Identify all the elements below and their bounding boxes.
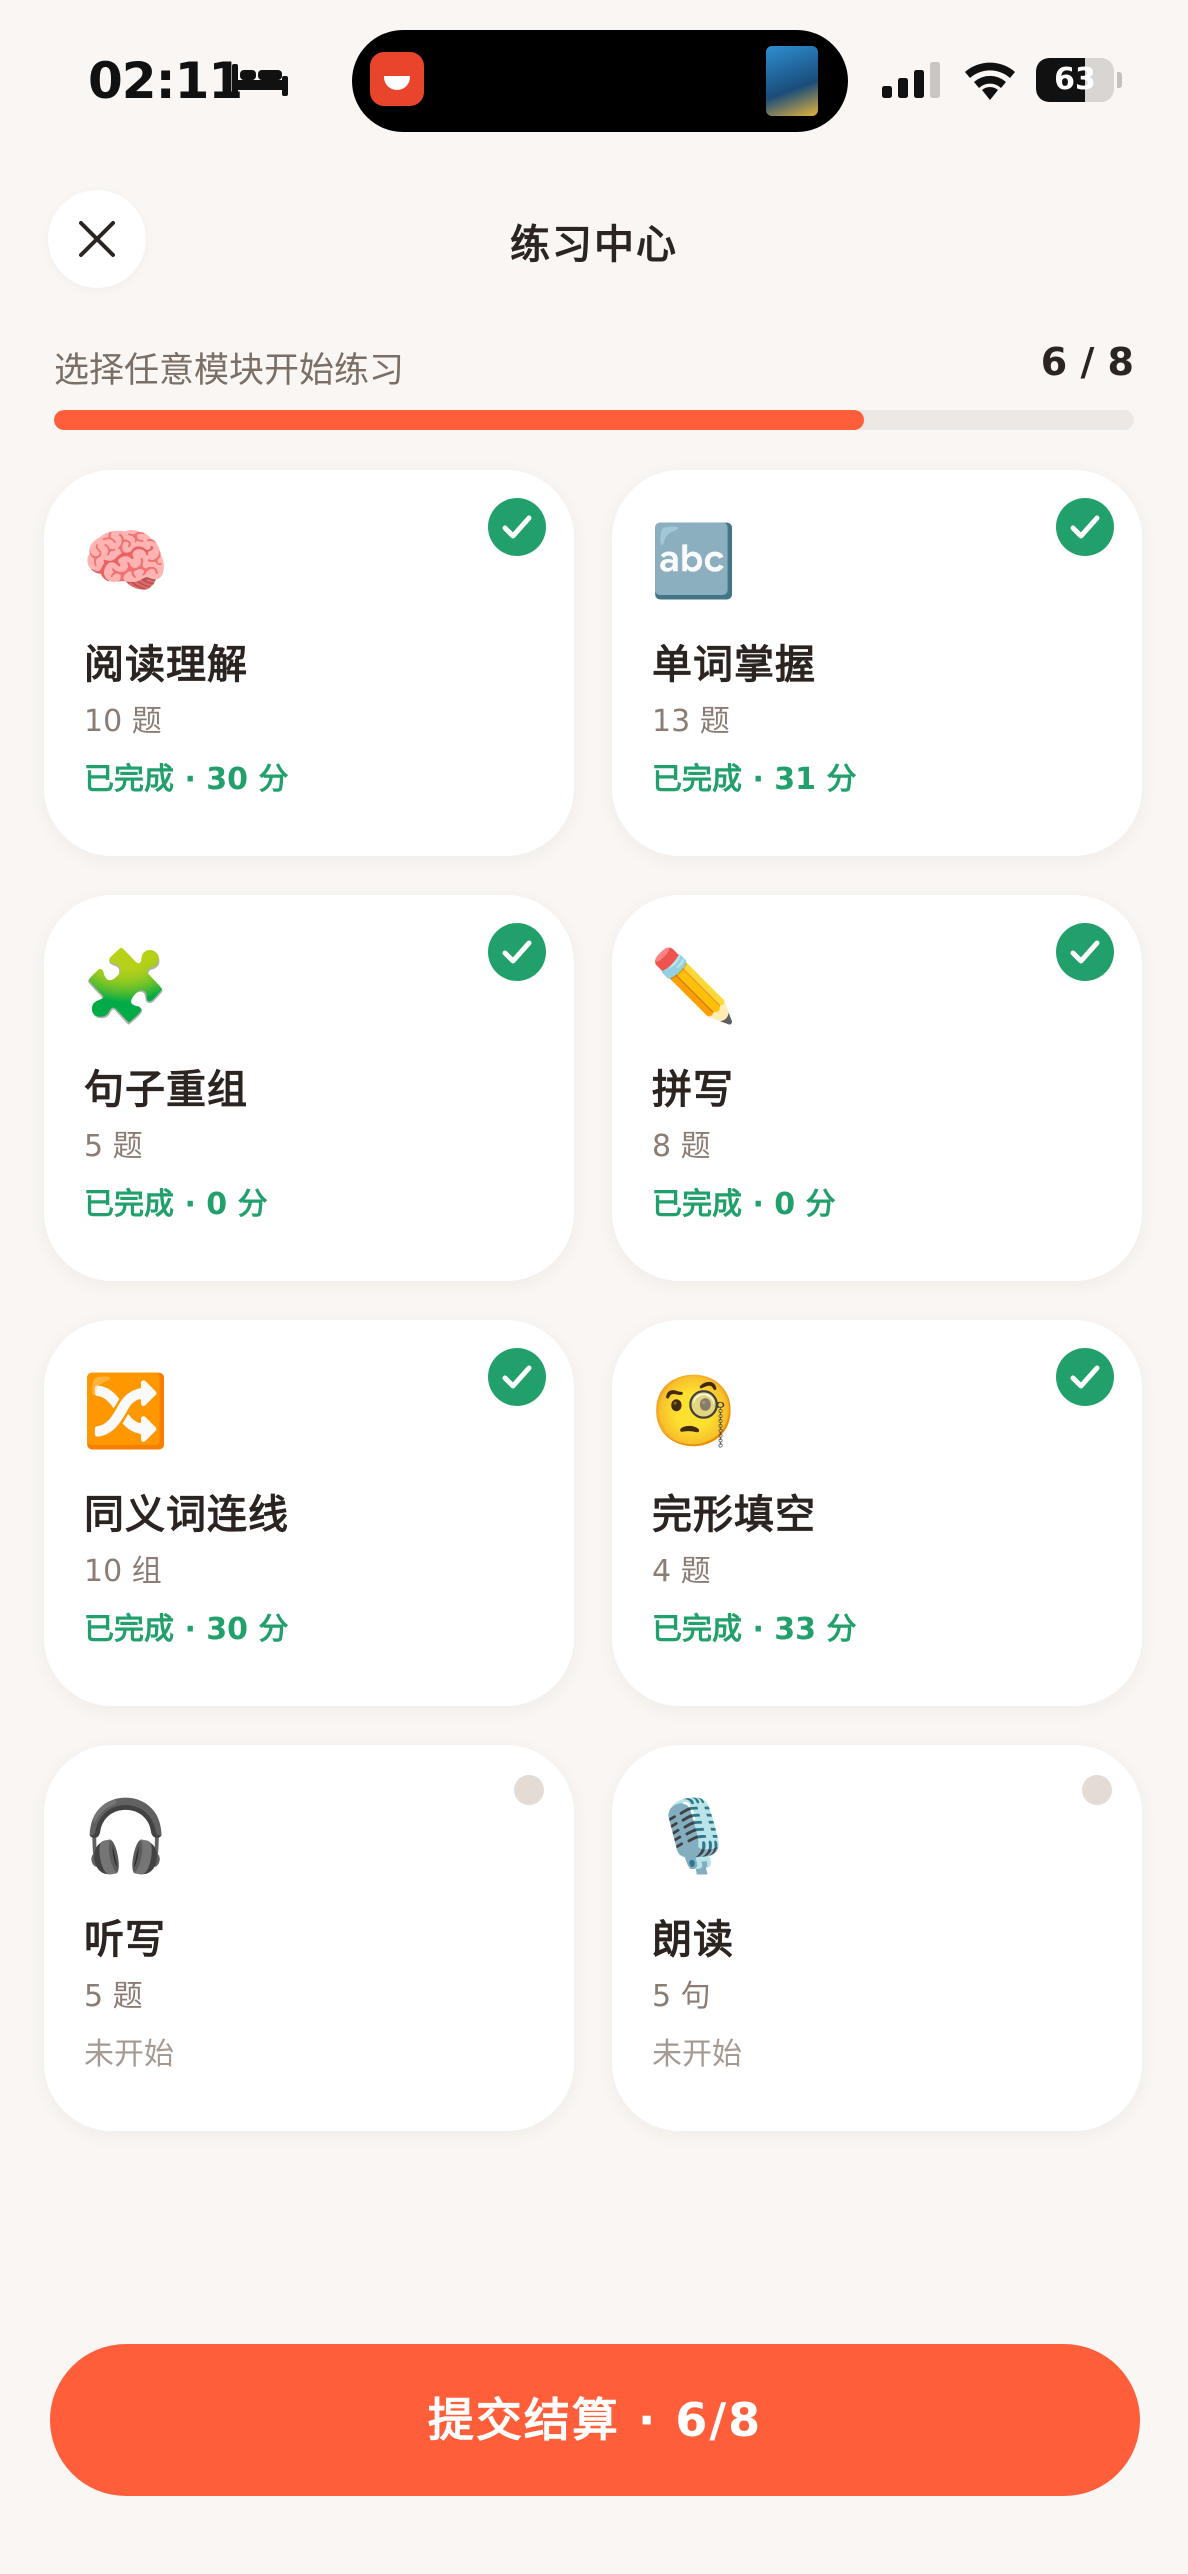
module-card[interactable]: 🎙️ 朗读 5 句未开始 bbox=[612, 1745, 1142, 2131]
pending-dot-icon bbox=[514, 1775, 544, 1805]
module-question-count: 10 题 bbox=[84, 704, 162, 739]
now-playing-artwork bbox=[766, 46, 818, 116]
pencil-icon: ✏️ bbox=[650, 945, 738, 1027]
module-status: 已完成 · 30 分 bbox=[84, 762, 289, 797]
completed-check-icon bbox=[1056, 498, 1114, 556]
completed-check-icon bbox=[1056, 1348, 1114, 1406]
module-card[interactable]: 🧩 句子重组 5 题已完成 · 0 分 bbox=[44, 895, 574, 1281]
submit-button[interactable]: 提交结算 · 6/8 bbox=[50, 2344, 1140, 2496]
headphones-icon: 🎧 bbox=[82, 1795, 170, 1877]
module-question-count: 10 组 bbox=[84, 1554, 162, 1589]
monocle-face-icon: 🧐 bbox=[650, 1370, 738, 1452]
page-title: 练习中心 bbox=[510, 222, 678, 268]
module-card[interactable]: 🧐 完形填空 4 题已完成 · 33 分 bbox=[612, 1320, 1142, 1706]
practice-center-screen: 02:11 63 练习中心 选择任意模块开始练习 6 / 8 🧠 阅读理解 10… bbox=[0, 0, 1188, 2574]
completed-check-icon bbox=[488, 923, 546, 981]
module-status: 已完成 · 30 分 bbox=[84, 1612, 289, 1647]
module-card[interactable]: 🔀 同义词连线 10 组已完成 · 30 分 bbox=[44, 1320, 574, 1706]
module-question-count: 4 题 bbox=[652, 1554, 711, 1589]
progress-label: 选择任意模块开始练习 bbox=[54, 351, 405, 391]
module-status: 已完成 · 0 分 bbox=[84, 1187, 268, 1222]
module-title: 同义词连线 bbox=[84, 1492, 289, 1538]
module-status: 已完成 · 0 分 bbox=[652, 1187, 836, 1222]
live-activity-app-icon bbox=[370, 52, 424, 106]
bed-icon bbox=[232, 64, 288, 96]
abc-icon: 🔤 bbox=[650, 520, 738, 602]
progress-bar-fill bbox=[54, 410, 864, 430]
completed-check-icon bbox=[1056, 923, 1114, 981]
module-status: 已完成 · 33 分 bbox=[652, 1612, 857, 1647]
module-question-count: 5 题 bbox=[84, 1129, 143, 1164]
module-title: 朗读 bbox=[652, 1917, 734, 1963]
status-bar: 02:11 63 bbox=[0, 0, 1188, 150]
completed-check-icon bbox=[488, 498, 546, 556]
module-question-count: 5 句 bbox=[652, 1979, 711, 2014]
module-status: 已完成 · 31 分 bbox=[652, 762, 857, 797]
module-question-count: 8 题 bbox=[652, 1129, 711, 1164]
module-card[interactable]: 🧠 阅读理解 10 题已完成 · 30 分 bbox=[44, 470, 574, 856]
microphone-icon: 🎙️ bbox=[650, 1795, 738, 1877]
module-title: 完形填空 bbox=[652, 1492, 816, 1538]
battery-icon: 63 bbox=[1036, 58, 1122, 102]
module-card[interactable]: ✏️ 拼写 8 题已完成 · 0 分 bbox=[612, 895, 1142, 1281]
dynamic-island[interactable] bbox=[352, 30, 848, 132]
progress-bar bbox=[54, 410, 1134, 430]
module-status: 未开始 bbox=[84, 2037, 174, 2072]
module-title: 阅读理解 bbox=[84, 642, 248, 688]
module-question-count: 13 题 bbox=[652, 704, 730, 739]
module-title: 句子重组 bbox=[84, 1067, 248, 1113]
module-question-count: 5 题 bbox=[84, 1979, 143, 2014]
pending-dot-icon bbox=[1082, 1775, 1112, 1805]
completed-check-icon bbox=[488, 1348, 546, 1406]
signal-icon bbox=[882, 62, 940, 98]
shuffle-icon: 🔀 bbox=[82, 1370, 170, 1452]
battery-percent: 63 bbox=[1054, 62, 1096, 97]
module-status: 未开始 bbox=[652, 2037, 742, 2072]
progress-count: 6 / 8 bbox=[1040, 340, 1134, 384]
module-card[interactable]: 🎧 听写 5 题未开始 bbox=[44, 1745, 574, 2131]
status-time: 02:11 bbox=[88, 52, 243, 110]
brain-icon: 🧠 bbox=[82, 520, 170, 602]
module-card[interactable]: 🔤 单词掌握 13 题已完成 · 31 分 bbox=[612, 470, 1142, 856]
wifi-icon bbox=[965, 62, 1015, 100]
module-title: 单词掌握 bbox=[652, 642, 816, 688]
module-title: 拼写 bbox=[652, 1067, 734, 1113]
module-title: 听写 bbox=[84, 1917, 166, 1963]
puzzle-icon: 🧩 bbox=[82, 945, 170, 1027]
